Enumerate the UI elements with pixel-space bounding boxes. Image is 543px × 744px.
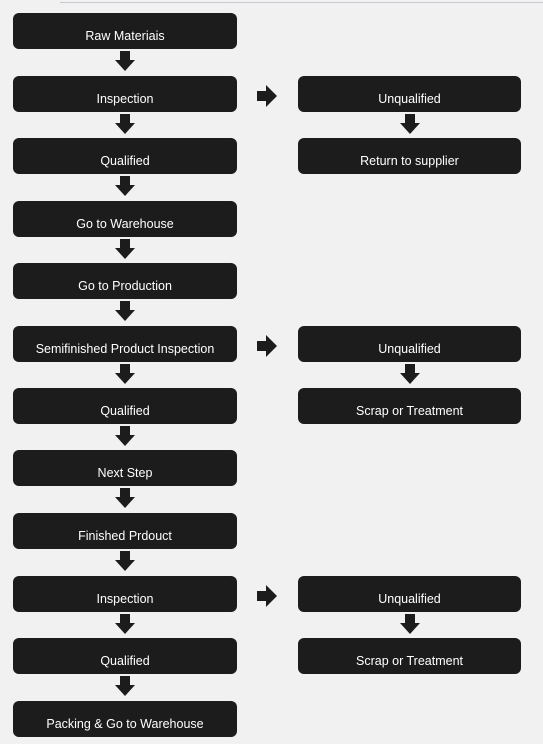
step-label: Unqualified (378, 342, 441, 356)
step-label: Packing & Go to Warehouse (46, 717, 204, 731)
flow-step: Go to Warehouse (13, 201, 237, 237)
flow-step: Packing & Go to Warehouse (13, 701, 237, 737)
unqualified-step: Unqualified (298, 76, 521, 112)
arrow-down-icon (115, 239, 135, 259)
step-label: Unqualified (378, 592, 441, 606)
step-label: Go to Warehouse (76, 217, 174, 231)
step-label: Inspection (96, 592, 154, 606)
step-label: Scrap or Treatment (356, 654, 463, 668)
flow-step: Semifinished Product Inspection (13, 326, 237, 362)
arrow-down-icon (115, 676, 135, 696)
step-label: Return to supplier (360, 154, 459, 168)
step-label: Inspection (96, 92, 154, 106)
arrow-down-icon (400, 364, 420, 384)
step-label: Raw Materiais (85, 29, 165, 43)
arrow-right-icon (257, 85, 277, 107)
arrow-down-icon (400, 614, 420, 634)
unqualified-step: Unqualified (298, 576, 521, 612)
arrow-down-icon (115, 614, 135, 634)
step-label: Finished Prdouct (78, 529, 172, 543)
unqualified-step: Unqualified (298, 326, 521, 362)
flow-step: Inspection (13, 76, 237, 112)
step-label: Qualified (100, 654, 150, 668)
step-label: Go to Production (78, 279, 172, 293)
arrow-right-icon (257, 335, 277, 357)
flow-step: Qualified (13, 388, 237, 424)
flow-step: Qualified (13, 138, 237, 174)
arrow-down-icon (115, 176, 135, 196)
flow-step: Raw Materiais (13, 13, 237, 49)
outcome-step: Return to supplier (298, 138, 521, 174)
top-divider (60, 2, 543, 3)
flow-step: Finished Prdouct (13, 513, 237, 549)
flow-step: Qualified (13, 638, 237, 674)
flow-step: Next Step (13, 450, 237, 486)
arrow-down-icon (115, 301, 135, 321)
step-label: Unqualified (378, 92, 441, 106)
outcome-step: Scrap or Treatment (298, 388, 521, 424)
arrow-down-icon (115, 364, 135, 384)
arrow-down-icon (400, 114, 420, 134)
step-label: Qualified (100, 154, 150, 168)
flow-step: Go to Production (13, 263, 237, 299)
outcome-step: Scrap or Treatment (298, 638, 521, 674)
arrow-right-icon (257, 585, 277, 607)
step-label: Next Step (97, 466, 153, 480)
step-label: Scrap or Treatment (356, 404, 463, 418)
arrow-down-icon (115, 488, 135, 508)
flow-step: Inspection (13, 576, 237, 612)
step-label: Semifinished Product Inspection (35, 342, 215, 356)
arrow-down-icon (115, 426, 135, 446)
step-label: Qualified (100, 404, 150, 418)
arrow-down-icon (115, 51, 135, 71)
arrow-down-icon (115, 114, 135, 134)
arrow-down-icon (115, 551, 135, 571)
